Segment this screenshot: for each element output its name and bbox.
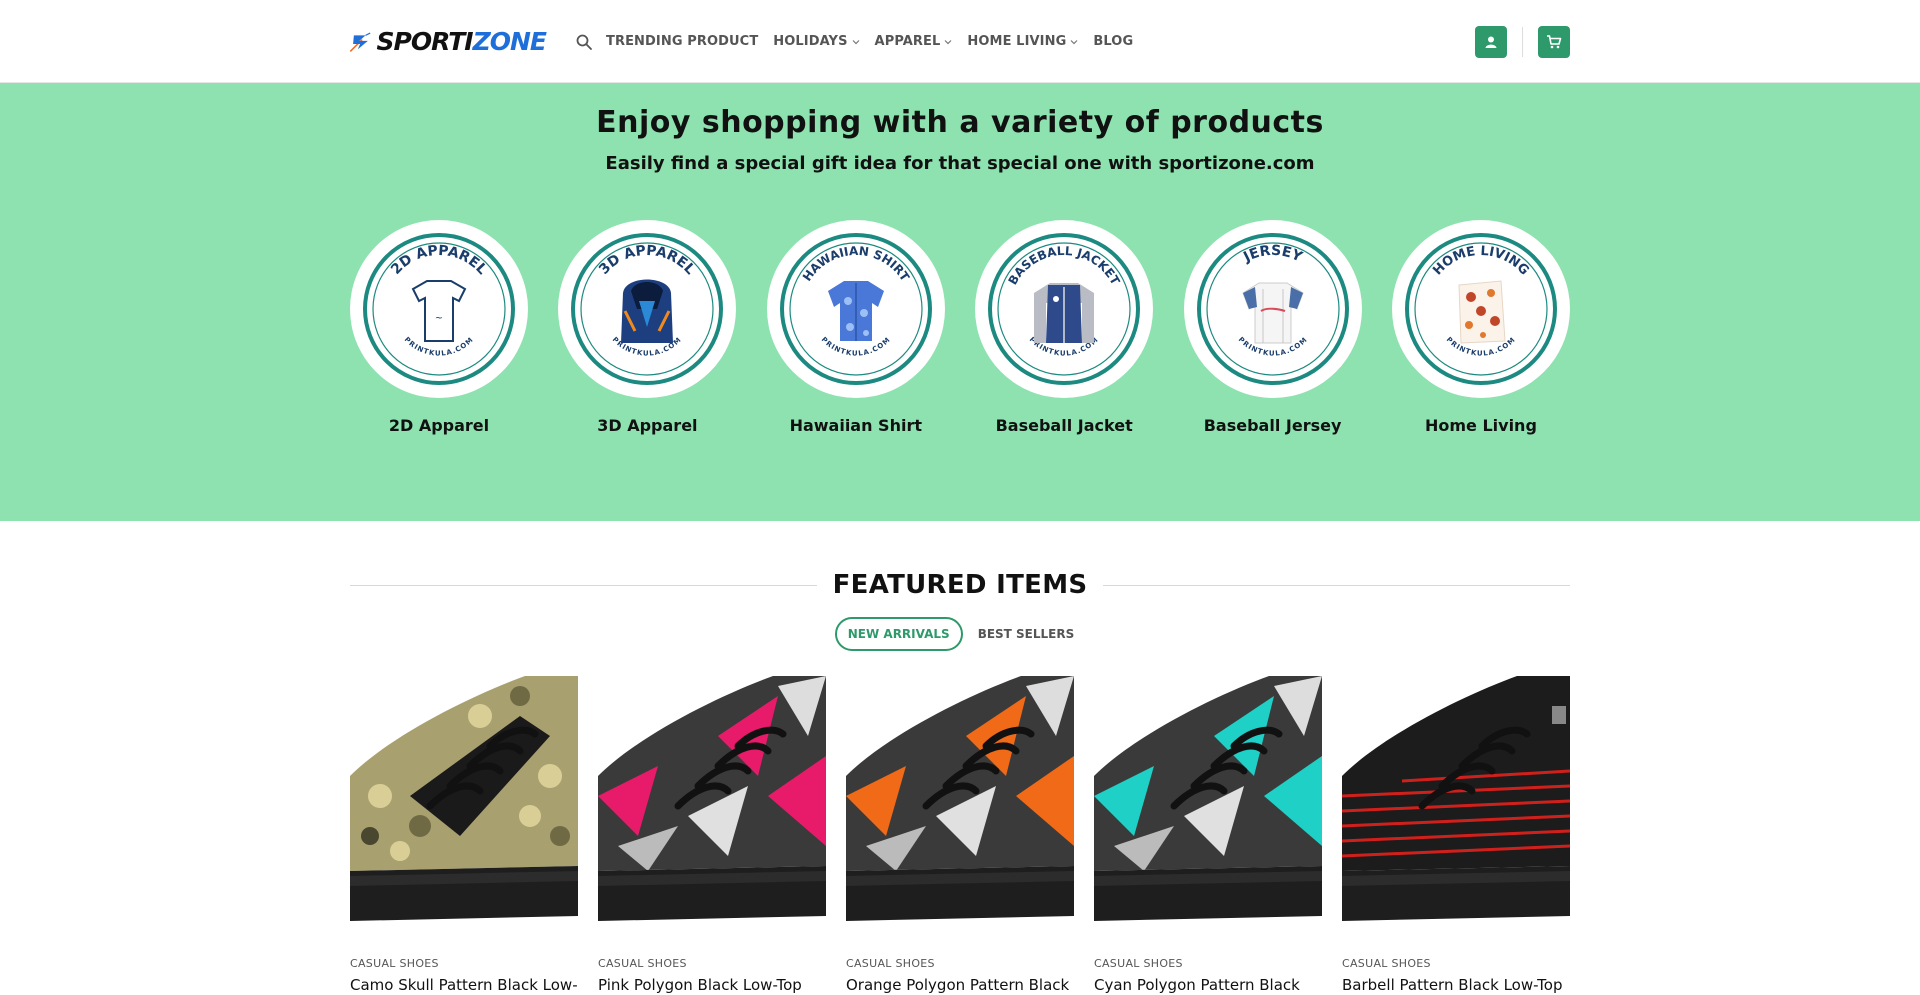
category-badge[interactable]: 2D APPAREL PRINTKULA.COM ~ bbox=[350, 220, 528, 398]
sneaker-orange-polygon-image bbox=[846, 676, 1074, 921]
category-label[interactable]: 3D Apparel bbox=[597, 416, 697, 435]
chevron-down-icon bbox=[852, 39, 859, 44]
product-card[interactable]: CASUAL SHOES Camo Skull Pattern Black Lo… bbox=[350, 676, 578, 995]
search-icon[interactable] bbox=[576, 34, 592, 50]
product-category[interactable]: CASUAL SHOES bbox=[846, 957, 1074, 970]
hoodie-badge-icon: 3D APPAREL PRINTKULA.COM bbox=[571, 233, 724, 385]
product-card[interactable]: CASUAL SHOES Cyan Polygon Pattern Black bbox=[1094, 676, 1322, 995]
category-baseball-jacket[interactable]: BASEBALL JACKET PRINTKULA.COM Baseball J… bbox=[975, 220, 1154, 435]
nav-item-label: BLOG bbox=[1093, 34, 1134, 49]
hawaiian-shirt-badge-icon: HAWAIIAN SHIRT PRINTKULA.COM bbox=[779, 233, 932, 385]
hero-title: Enjoy shopping with a variety of product… bbox=[596, 105, 1324, 140]
product-name[interactable]: Cyan Polygon Pattern Black bbox=[1094, 975, 1322, 995]
tshirt-badge-icon: 2D APPAREL PRINTKULA.COM ~ bbox=[363, 233, 515, 385]
sneaker-barbell-image bbox=[1342, 676, 1570, 921]
chevron-down-icon bbox=[1070, 39, 1078, 44]
nav-item-trending-product[interactable]: TRENDING PRODUCT bbox=[606, 34, 758, 49]
sneaker-pink-polygon-image bbox=[598, 676, 826, 921]
category-2d-apparel[interactable]: 2D APPAREL PRINTKULA.COM ~ 2D Apparel bbox=[350, 220, 528, 435]
site-header: SPORTIZONE TRENDING PRODUCT HOLIDAYS APP… bbox=[0, 0, 1920, 83]
user-icon bbox=[1485, 36, 1497, 48]
nav-item-apparel[interactable]: APPAREL bbox=[875, 34, 953, 49]
product-category[interactable]: CASUAL SHOES bbox=[350, 957, 578, 970]
product-category[interactable]: CASUAL SHOES bbox=[1094, 957, 1322, 970]
category-hawaiian-shirt[interactable]: HAWAIIAN SHIRT PRINTKULA.COM Hawaiian Sh… bbox=[766, 220, 945, 435]
category-baseball-jersey[interactable]: JERSEY PRINTKULA.COM Baseball Jersey bbox=[1183, 220, 1362, 435]
logo-text-part2: ZONE bbox=[472, 27, 547, 56]
category-badge[interactable]: JERSEY PRINTKULA.COM bbox=[1183, 220, 1362, 398]
category-label[interactable]: Home Living bbox=[1425, 416, 1537, 435]
product-image[interactable] bbox=[1094, 676, 1322, 929]
category-badge[interactable]: HOME LIVING PRINTKULA.COM bbox=[1391, 220, 1570, 398]
featured-title: FEATURED ITEMS bbox=[832, 570, 1088, 600]
nav-item-label: HOME LIVING bbox=[967, 34, 1067, 49]
category-3d-apparel[interactable]: 3D APPAREL PRINTKULA.COM 3D Apparel bbox=[558, 220, 737, 435]
nav-item-home-living[interactable]: HOME LIVING bbox=[967, 34, 1078, 49]
nav-item-blog[interactable]: BLOG bbox=[1093, 34, 1133, 49]
category-label[interactable]: Baseball Jersey bbox=[1204, 416, 1342, 435]
nav-item-label: APPAREL bbox=[874, 34, 941, 49]
product-category[interactable]: CASUAL SHOES bbox=[1342, 957, 1570, 970]
sneaker-cyan-polygon-image bbox=[1094, 676, 1322, 921]
baseball-jacket-badge-icon: BASEBALL JACKET PRINTKULA.COM bbox=[988, 233, 1141, 385]
cart-button[interactable] bbox=[1538, 25, 1570, 58]
product-image[interactable] bbox=[350, 676, 578, 929]
category-badge[interactable]: HAWAIIAN SHIRT PRINTKULA.COM bbox=[766, 220, 945, 398]
category-badge[interactable]: BASEBALL JACKET PRINTKULA.COM bbox=[975, 220, 1154, 398]
sneaker-camo-image bbox=[350, 676, 578, 921]
product-card[interactable]: CASUAL SHOES Orange Polygon Pattern Blac… bbox=[846, 676, 1074, 995]
category-label[interactable]: Hawaiian Shirt bbox=[790, 416, 922, 435]
cart-icon bbox=[1547, 34, 1562, 48]
product-card[interactable]: CASUAL SHOES Pink Polygon Black Low-Top bbox=[598, 676, 826, 995]
nav-item-holidays[interactable]: HOLIDAYS bbox=[773, 34, 859, 49]
product-grid: CASUAL SHOES Camo Skull Pattern Black Lo… bbox=[350, 676, 1570, 995]
nav-item-label: TRENDING PRODUCT bbox=[606, 34, 759, 49]
logo-text: SPORTIZONE bbox=[376, 27, 547, 56]
header-divider bbox=[1522, 26, 1523, 57]
product-name[interactable]: Barbell Pattern Black Low-Top bbox=[1342, 975, 1570, 995]
category-label[interactable]: Baseball Jacket bbox=[996, 416, 1133, 435]
product-card[interactable]: CASUAL SHOES Barbell Pattern Black Low-T… bbox=[1342, 676, 1570, 995]
product-image[interactable] bbox=[1342, 676, 1570, 929]
svg-text:~: ~ bbox=[435, 313, 443, 324]
account-button[interactable] bbox=[1475, 25, 1507, 58]
product-category[interactable]: CASUAL SHOES bbox=[598, 957, 826, 970]
hero-subtitle: Easily find a special gift idea for that… bbox=[605, 153, 1315, 174]
category-list: 2D APPAREL PRINTKULA.COM ~ 2D Apparel 3D… bbox=[350, 220, 1570, 435]
logo-text-part1: SPORTI bbox=[376, 27, 474, 56]
heading-divider-left bbox=[350, 584, 817, 586]
header-actions bbox=[1475, 25, 1570, 58]
baseball-jersey-badge-icon: JERSEY PRINTKULA.COM bbox=[1196, 233, 1349, 385]
product-name[interactable]: Orange Polygon Pattern Black bbox=[846, 975, 1074, 995]
category-home-living[interactable]: HOME LIVING PRINTKULA.COM Home Living bbox=[1391, 220, 1570, 435]
tab-best-sellers[interactable]: BEST SELLERS bbox=[967, 619, 1086, 649]
featured-tabs: NEW ARRIVALS BEST SELLERS bbox=[0, 617, 1920, 651]
home-living-badge-icon: HOME LIVING PRINTKULA.COM bbox=[1404, 233, 1557, 385]
category-badge[interactable]: 3D APPAREL PRINTKULA.COM bbox=[558, 220, 737, 398]
product-image[interactable] bbox=[846, 676, 1074, 929]
tab-new-arrivals[interactable]: NEW ARRIVALS bbox=[834, 617, 963, 651]
product-name[interactable]: Camo Skull Pattern Black Low- bbox=[350, 975, 578, 995]
header-inner: SPORTIZONE TRENDING PRODUCT HOLIDAYS APP… bbox=[350, 0, 1570, 83]
category-label[interactable]: 2D Apparel bbox=[389, 416, 489, 435]
chevron-down-icon bbox=[944, 39, 952, 44]
category-hero: Enjoy shopping with a variety of product… bbox=[0, 83, 1920, 521]
nav-item-label: HOLIDAYS bbox=[773, 34, 848, 49]
heading-divider-right bbox=[1103, 584, 1571, 586]
product-image[interactable] bbox=[598, 676, 826, 929]
featured-heading: FEATURED ITEMS bbox=[350, 570, 1571, 600]
main-nav: TRENDING PRODUCT HOLIDAYS APPAREL HOME L… bbox=[576, 34, 1148, 50]
site-logo[interactable]: SPORTIZONE bbox=[350, 17, 547, 67]
logo-mark-icon bbox=[350, 32, 371, 52]
product-name[interactable]: Pink Polygon Black Low-Top bbox=[598, 975, 826, 995]
